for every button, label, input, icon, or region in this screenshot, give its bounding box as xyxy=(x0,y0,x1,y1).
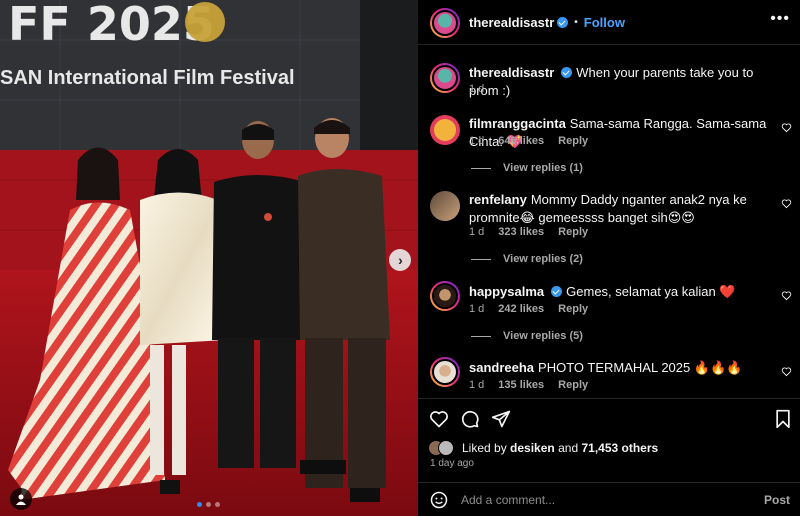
user-tag-button[interactable] xyxy=(10,488,32,510)
caption-username[interactable]: therealdisastr xyxy=(469,65,554,80)
post-header: therealdisastr • Follow ••• xyxy=(418,0,800,45)
reply-button[interactable]: Reply xyxy=(558,379,588,391)
post-comment-button[interactable]: Post xyxy=(764,493,790,507)
liker-avatars xyxy=(428,440,458,456)
comment-username[interactable]: filmranggacinta xyxy=(469,116,566,131)
verified-icon xyxy=(561,67,573,78)
comment-time: 1 d xyxy=(469,303,485,315)
slide-dot xyxy=(215,502,220,507)
post-details-pane: therealdisastr • Follow ••• therealdisas… xyxy=(418,0,800,516)
comment-time: 1 d xyxy=(469,379,485,391)
view-replies-label: View replies (2) xyxy=(503,253,583,265)
caption-time: 1 d xyxy=(469,83,485,95)
next-slide-button[interactable]: › xyxy=(389,249,411,271)
verified-icon xyxy=(557,17,569,28)
chevron-right-icon: › xyxy=(398,252,403,268)
liked-by-user[interactable]: desiken xyxy=(510,441,555,455)
comment-username[interactable]: happysalma xyxy=(469,284,544,299)
comment-time: 1 d xyxy=(469,135,485,147)
liked-by-prefix: Liked by xyxy=(462,441,507,455)
more-icon[interactable]: ••• xyxy=(770,11,790,27)
follow-button[interactable]: Follow xyxy=(584,15,625,30)
heart-icon[interactable] xyxy=(781,198,792,209)
comment-text: Gemes, selamat ya kalian ❤️ xyxy=(566,284,736,299)
reply-button[interactable]: Reply xyxy=(558,226,588,238)
banner-bottom-text: SAN International Film Festival xyxy=(0,67,295,89)
slide-dot xyxy=(206,502,211,507)
heart-icon[interactable] xyxy=(781,366,792,377)
reply-button[interactable]: Reply xyxy=(558,303,588,315)
comment-time: 1 d xyxy=(469,226,485,238)
view-replies-button[interactable]: View replies (1) xyxy=(471,162,583,174)
reply-button[interactable]: Reply xyxy=(558,135,588,147)
heart-icon[interactable] xyxy=(781,290,792,301)
verified-icon xyxy=(551,286,563,297)
post-timestamp: 1 day ago xyxy=(430,458,474,469)
view-replies-label: View replies (1) xyxy=(503,162,583,174)
post-photo-illustration: FF 2025 SAN International Film Festival xyxy=(0,0,418,516)
post-image[interactable]: FF 2025 SAN International Film Festival xyxy=(0,0,418,516)
comment-text: PHOTO TERMAHAL 2025 🔥🔥🔥 xyxy=(538,360,743,375)
author-avatar[interactable] xyxy=(430,8,460,38)
commenter-avatar[interactable] xyxy=(430,115,460,145)
slide-indicator xyxy=(197,502,220,507)
comment-likes[interactable]: 323 likes xyxy=(498,226,544,238)
heart-icon[interactable] xyxy=(429,409,449,429)
bookmark-icon[interactable] xyxy=(774,409,792,429)
emoji-icon[interactable] xyxy=(430,491,448,509)
comment-input[interactable]: Add a comment... xyxy=(461,493,555,507)
commenter-avatar[interactable] xyxy=(430,281,460,311)
likes-summary: Liked by desiken and 71,453 others xyxy=(428,440,658,456)
comment-username[interactable]: renfelany xyxy=(469,192,527,207)
comment-username[interactable]: sandreeha xyxy=(469,360,534,375)
banner-top-text: FF 2025 xyxy=(8,0,215,51)
caption-avatar[interactable] xyxy=(430,63,460,93)
share-icon[interactable] xyxy=(491,409,511,429)
view-replies-label: View replies (5) xyxy=(503,330,583,342)
comment-likes[interactable]: 646 likes xyxy=(498,135,544,147)
heart-icon[interactable] xyxy=(781,122,792,133)
liked-by-and: and xyxy=(558,441,579,455)
slide-dot xyxy=(197,502,202,507)
likes-count[interactable]: 71,453 others xyxy=(581,441,658,455)
comment-likes[interactable]: 242 likes xyxy=(498,303,544,315)
view-replies-button[interactable]: View replies (5) xyxy=(471,330,583,342)
comment-likes[interactable]: 135 likes xyxy=(498,379,544,391)
author-username[interactable]: therealdisastr xyxy=(469,15,554,30)
view-replies-button[interactable]: View replies (2) xyxy=(471,253,583,265)
commenter-avatar[interactable] xyxy=(430,357,460,387)
comment-icon[interactable] xyxy=(460,409,480,429)
user-tag-icon xyxy=(16,494,26,505)
comment-composer: Add a comment... Post xyxy=(418,482,800,516)
separator-dot: • xyxy=(574,17,578,28)
commenter-avatar[interactable] xyxy=(430,191,460,221)
